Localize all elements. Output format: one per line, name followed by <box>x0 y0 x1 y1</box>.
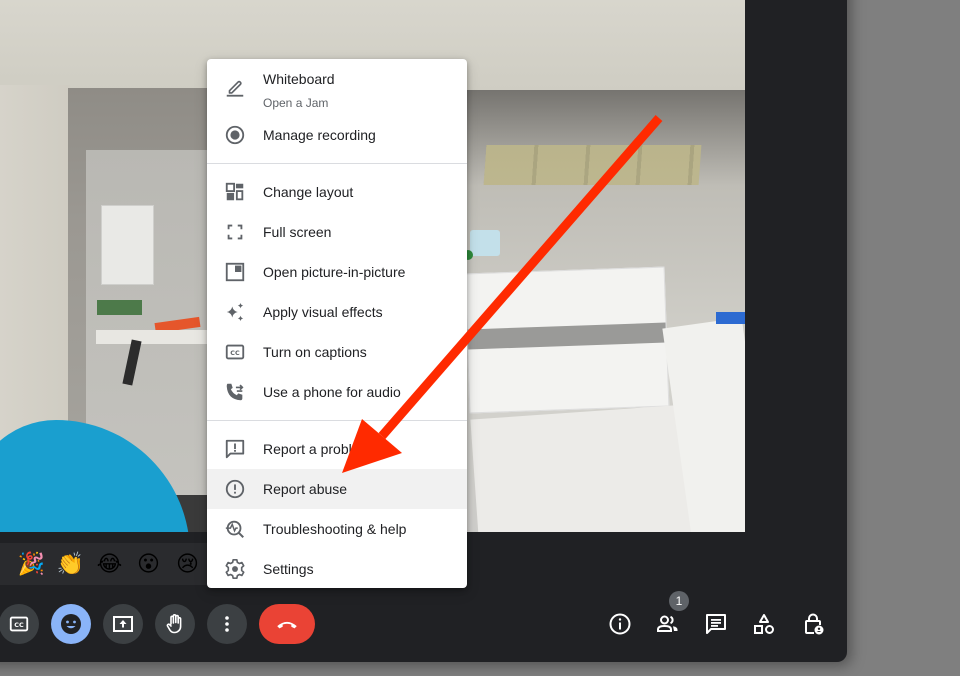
reaction-laugh[interactable]: 😂 <box>90 547 129 581</box>
menu-divider <box>207 163 467 164</box>
captions-icon: CC <box>223 340 247 364</box>
menu-item-manage-recording[interactable]: Manage recording <box>207 115 467 155</box>
gear-icon <box>223 557 247 581</box>
emoji-button[interactable] <box>51 604 91 644</box>
alert-circle-icon <box>223 477 247 501</box>
more-options-button[interactable] <box>207 604 247 644</box>
layout-icon <box>223 180 247 204</box>
phone-forward-icon <box>223 380 247 404</box>
shapes-icon <box>754 614 774 634</box>
present-screen-icon <box>113 616 133 632</box>
more-options-menu: Whiteboard Open a Jam Manage recording C… <box>207 59 467 588</box>
troubleshoot-icon <box>223 517 247 541</box>
svg-text:CC: CC <box>14 621 24 629</box>
menu-item-full-screen[interactable]: Full screen <box>207 212 467 252</box>
menu-item-picture-in-picture[interactable]: Open picture-in-picture <box>207 252 467 292</box>
sparkle-icon <box>223 300 247 324</box>
reaction-surprised[interactable]: 😮 <box>129 547 168 581</box>
chat-button[interactable] <box>700 608 732 640</box>
menu-item-report-abuse[interactable]: Report abuse <box>207 469 467 509</box>
menu-item-change-layout[interactable]: Change layout <box>207 172 467 212</box>
people-icon <box>657 615 678 632</box>
raise-hand-button[interactable] <box>155 604 195 644</box>
host-controls-button[interactable] <box>797 608 829 640</box>
chat-icon <box>706 614 726 634</box>
picture-in-picture-icon <box>223 260 247 284</box>
info-icon <box>609 613 631 635</box>
record-icon <box>223 123 247 147</box>
people-count-badge: 1 <box>669 591 689 611</box>
end-call-icon <box>277 621 297 629</box>
menu-item-visual-effects[interactable]: Apply visual effects <box>207 292 467 332</box>
captions-icon: CC <box>9 616 29 632</box>
menu-item-whiteboard[interactable]: Whiteboard Open a Jam <box>207 67 467 115</box>
menu-item-captions[interactable]: CC Turn on captions <box>207 332 467 372</box>
reactions-bar: 🎉 👏 😂 😮 😢 <box>0 543 207 585</box>
emoji-icon <box>61 614 81 634</box>
reaction-sad[interactable]: 😢 <box>168 547 207 581</box>
present-button[interactable] <box>103 604 143 644</box>
activities-button[interactable] <box>748 608 780 640</box>
menu-divider <box>207 420 467 421</box>
meeting-details-button[interactable] <box>604 608 636 640</box>
people-button[interactable] <box>652 608 684 640</box>
reaction-clap[interactable]: 👏 <box>51 547 90 581</box>
menu-item-troubleshooting[interactable]: Troubleshooting & help <box>207 509 467 549</box>
more-vert-icon <box>225 616 229 632</box>
feedback-icon <box>223 437 247 461</box>
fullscreen-icon <box>223 220 247 244</box>
menu-item-settings[interactable]: Settings <box>207 549 467 589</box>
captions-button[interactable]: CC <box>0 604 39 644</box>
lock-person-icon <box>805 613 824 635</box>
reaction-party[interactable]: 🎉 <box>12 547 51 581</box>
end-call-button[interactable] <box>259 604 315 644</box>
raise-hand-icon <box>166 614 182 634</box>
pencil-icon <box>223 75 247 99</box>
menu-item-phone-audio[interactable]: Use a phone for audio <box>207 372 467 412</box>
svg-text:CC: CC <box>230 349 240 357</box>
menu-item-report-problem[interactable]: Report a problem <box>207 429 467 469</box>
